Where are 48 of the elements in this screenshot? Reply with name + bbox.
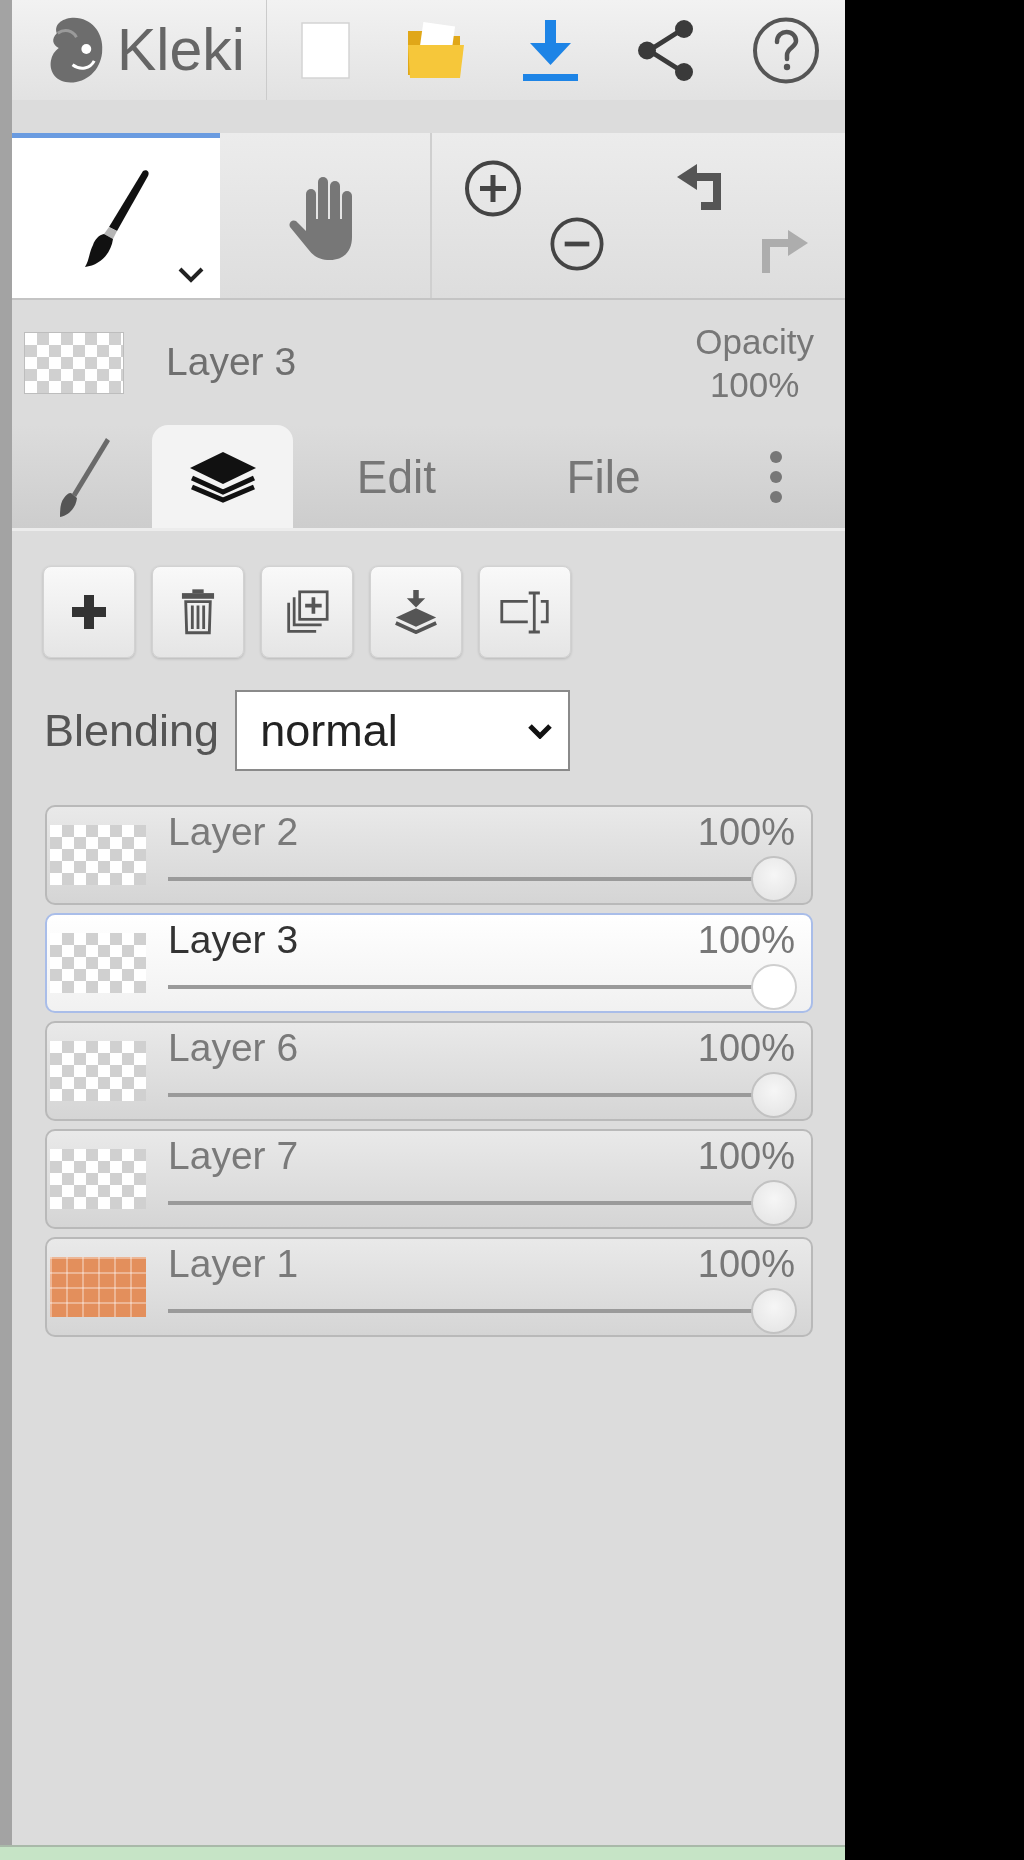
duplicate-layer-button[interactable] <box>261 566 353 658</box>
layer-row[interactable]: Layer 6 100% <box>45 1021 813 1121</box>
chevron-down-icon <box>527 722 554 739</box>
rename-icon <box>499 589 551 635</box>
help-icon[interactable] <box>751 16 821 84</box>
opacity-label: Opacity <box>695 320 814 363</box>
layer-row[interactable]: Layer 3 100% <box>45 913 813 1013</box>
tab[interactable]: File <box>500 425 707 528</box>
layer-opacity: 100% <box>697 1244 795 1284</box>
zoom-in-icon[interactable] <box>463 160 523 217</box>
slider-thumb[interactable] <box>751 964 797 1010</box>
merge-down-button[interactable] <box>370 566 462 658</box>
layer-row[interactable]: Layer 2 100% <box>45 805 813 905</box>
share-icon[interactable] <box>635 17 696 83</box>
tool-tab[interactable] <box>12 133 220 298</box>
layer-name: Layer 3 <box>168 920 299 960</box>
duplicate-icon <box>285 590 329 634</box>
layer-name: Layer 7 <box>168 1136 299 1176</box>
layer-opacity: 100% <box>697 1136 795 1176</box>
folder-icon[interactable] <box>405 20 466 80</box>
slider-thumb[interactable] <box>751 1180 797 1226</box>
chevron-down-icon[interactable] <box>176 265 206 284</box>
slider-thumb[interactable] <box>751 1288 797 1334</box>
layer-opacity: 100% <box>697 812 795 852</box>
layer-opacity: 100% <box>697 1028 795 1068</box>
blending-label: Blending <box>44 705 220 756</box>
layer-name: Layer 1 <box>168 1244 299 1284</box>
tab[interactable] <box>152 425 293 528</box>
more-icon <box>769 449 783 504</box>
blending-select[interactable]: normal <box>235 690 571 771</box>
slider-thumb[interactable] <box>751 856 797 902</box>
delete-layer-button[interactable] <box>152 566 244 658</box>
tab[interactable]: Edit <box>293 425 500 528</box>
trash-icon <box>181 589 215 635</box>
layer-row[interactable]: Layer 7 100% <box>45 1129 813 1229</box>
add-layer-button[interactable] <box>43 566 135 658</box>
current-layer-name: Layer 3 <box>166 341 297 384</box>
layer-opacity: 100% <box>697 920 795 960</box>
slider-thumb[interactable] <box>751 1072 797 1118</box>
download-icon[interactable] <box>521 18 580 82</box>
merge-down-icon <box>394 590 438 634</box>
rename-layer-button[interactable] <box>479 566 571 658</box>
layer-name: Layer 2 <box>168 812 299 852</box>
layer-name: Layer 6 <box>168 1028 299 1068</box>
layer-row[interactable]: Layer 1 100% <box>45 1237 813 1337</box>
app-name[interactable]: Kleki <box>117 20 245 80</box>
plus-icon <box>72 595 106 629</box>
opacity-value: 100% <box>709 363 800 406</box>
